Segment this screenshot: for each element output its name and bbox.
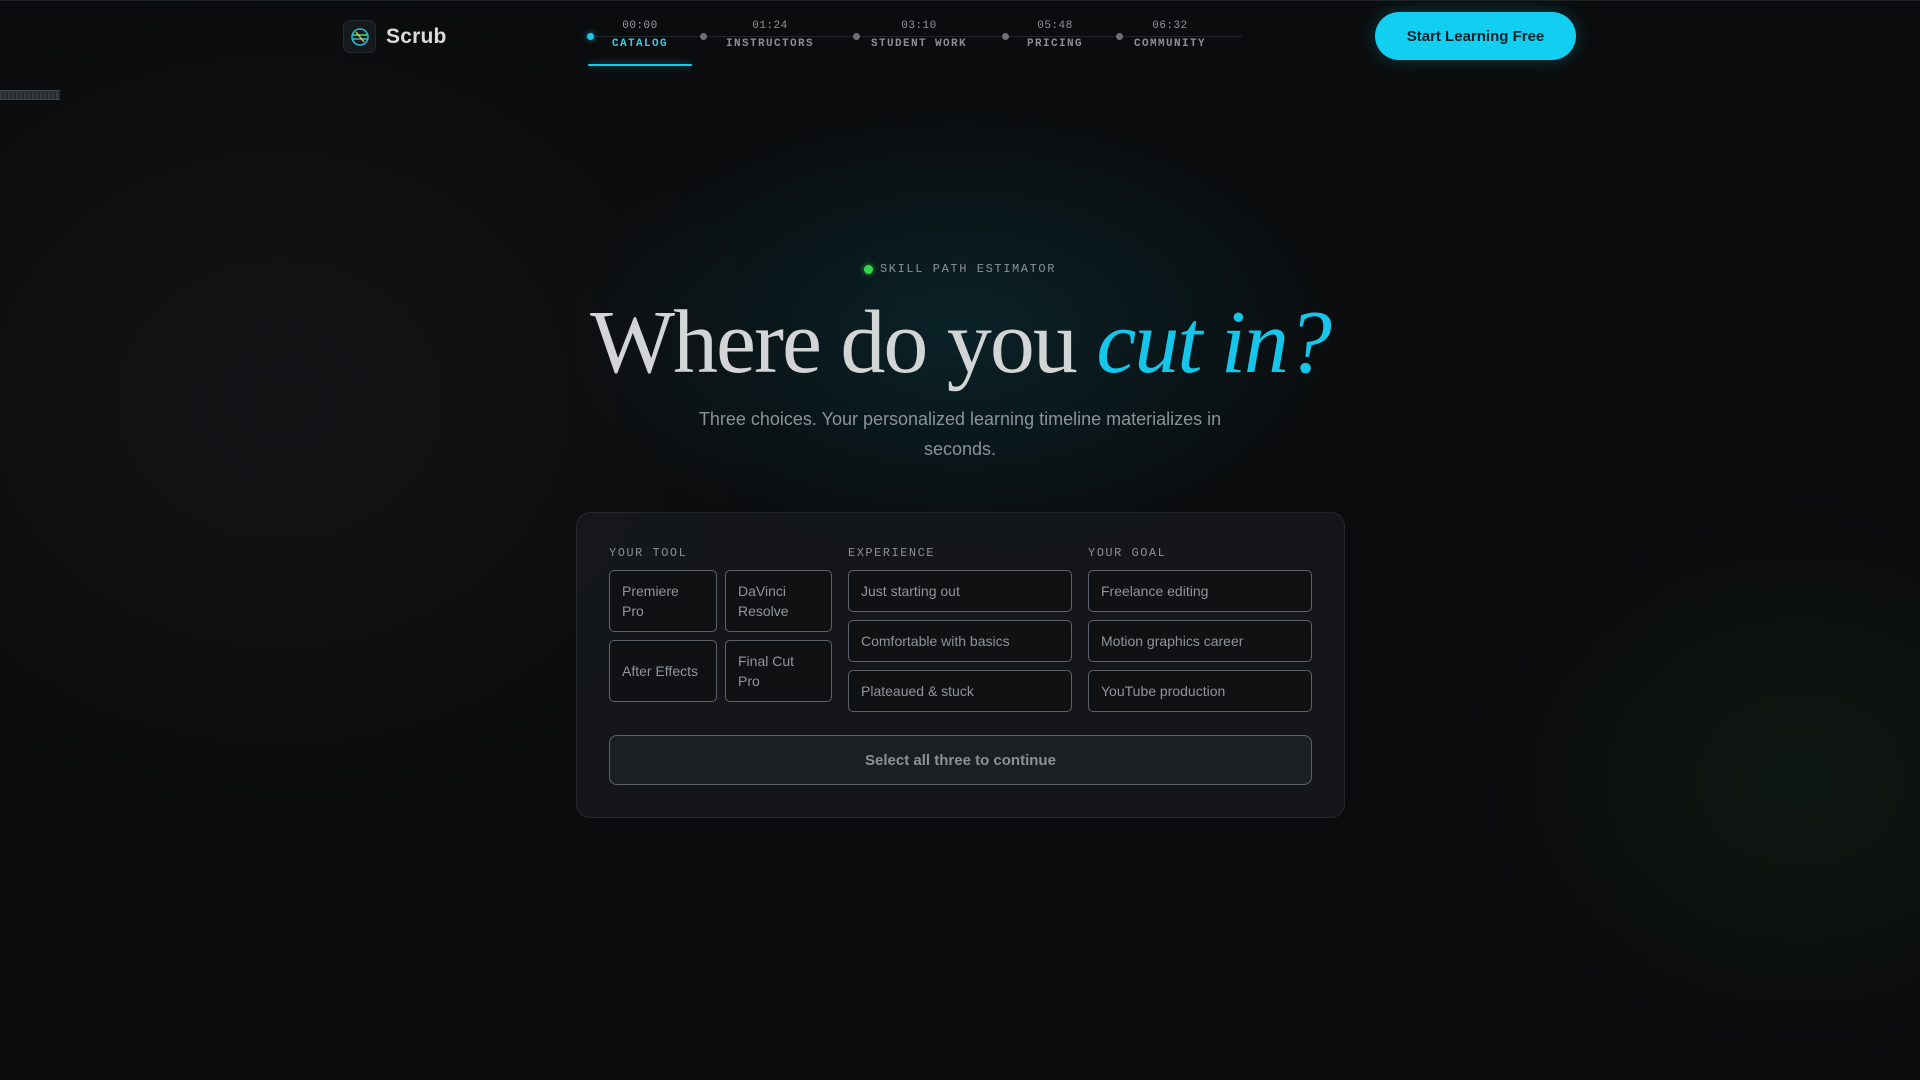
scrub-handle[interactable]	[0, 90, 60, 100]
nav-item-community[interactable]: 06:32 COMMUNITY	[1116, 14, 1220, 66]
nav-timecode: 00:00	[622, 20, 658, 32]
start-learning-button[interactable]: Start Learning Free	[1375, 12, 1576, 60]
timeline-marker-icon	[1116, 33, 1123, 40]
option-davinci-resolve[interactable]: DaVinci Resolve	[725, 570, 832, 632]
goal-options: Freelance editing Motion graphics career…	[1088, 570, 1312, 712]
nav-timecode: 01:24	[752, 20, 788, 32]
experience-title: EXPERIENCE	[848, 546, 936, 560]
nav-item-student-work[interactable]: 03:10 STUDENT WORK	[853, 14, 982, 66]
headline-accent: cut in?	[1096, 293, 1331, 392]
experience-column: EXPERIENCE Just starting out Comfortable…	[848, 546, 1072, 712]
option-freelance-editing[interactable]: Freelance editing	[1088, 570, 1312, 612]
top-border	[0, 0, 1920, 1]
option-motion-graphics-career[interactable]: Motion graphics career	[1088, 620, 1312, 662]
nav-label: CATALOG	[611, 38, 668, 50]
nav-label: INSTRUCTORS	[725, 38, 814, 50]
eyebrow: SKILL PATH ESTIMATOR	[0, 262, 1920, 276]
scrub-logo-icon	[343, 20, 376, 53]
nav-label: PRICING	[1026, 38, 1083, 50]
page-title: Where do you cut in?	[0, 298, 1920, 388]
page: Scrub 00:00 CATALOG 01:24 INSTRUCTORS 03…	[0, 0, 1920, 1080]
brand-name: Scrub	[386, 24, 447, 48]
nav-label: COMMUNITY	[1133, 38, 1206, 50]
experience-options: Just starting out Comfortable with basic…	[848, 570, 1072, 712]
nav-item-instructors[interactable]: 01:24 INSTRUCTORS	[700, 14, 829, 66]
tool-options: Premiere Pro DaVinci Resolve After Effec…	[609, 570, 832, 702]
active-indicator	[588, 64, 692, 66]
tool-column: YOUR TOOL Premiere Pro DaVinci Resolve A…	[609, 546, 832, 702]
option-after-effects[interactable]: After Effects	[609, 640, 717, 702]
tool-title: YOUR TOOL	[609, 546, 688, 560]
option-plateaued-stuck[interactable]: Plateaued & stuck	[848, 670, 1072, 712]
nav-timecode: 06:32	[1152, 20, 1188, 32]
live-dot-icon	[863, 264, 873, 274]
nav-timecode: 05:48	[1037, 20, 1073, 32]
page-subtitle: Three choices. Your personalized learnin…	[698, 409, 1222, 459]
nav-item-pricing[interactable]: 05:48 PRICING	[1002, 14, 1102, 66]
continue-button[interactable]: Select all three to continue	[609, 735, 1312, 785]
timeline-marker-icon	[700, 33, 707, 40]
option-premiere-pro[interactable]: Premiere Pro	[609, 570, 717, 632]
timeline-marker-icon	[587, 33, 594, 40]
option-comfortable-with-basics[interactable]: Comfortable with basics	[848, 620, 1072, 662]
timeline-marker-icon	[1002, 33, 1009, 40]
headline-plain: Where do you	[590, 293, 1097, 392]
timeline-marker-icon	[853, 33, 860, 40]
option-just-starting-out[interactable]: Just starting out	[848, 570, 1072, 612]
brand-logo[interactable]: Scrub	[343, 20, 447, 53]
option-youtube-production[interactable]: YouTube production	[1088, 670, 1312, 712]
nav-label: STUDENT WORK	[870, 38, 967, 50]
nav-timecode: 03:10	[901, 20, 937, 32]
goal-column: YOUR GOAL Freelance editing Motion graph…	[1088, 546, 1312, 712]
estimator-card: YOUR TOOL Premiere Pro DaVinci Resolve A…	[576, 512, 1345, 818]
option-final-cut-pro[interactable]: Final Cut Pro	[725, 640, 832, 702]
goal-title: YOUR GOAL	[1088, 546, 1167, 560]
eyebrow-label: SKILL PATH ESTIMATOR	[879, 262, 1057, 276]
nav-item-catalog[interactable]: 00:00 CATALOG	[587, 14, 692, 66]
timeline-nav: 00:00 CATALOG 01:24 INSTRUCTORS 03:10 ST…	[586, 14, 1242, 68]
